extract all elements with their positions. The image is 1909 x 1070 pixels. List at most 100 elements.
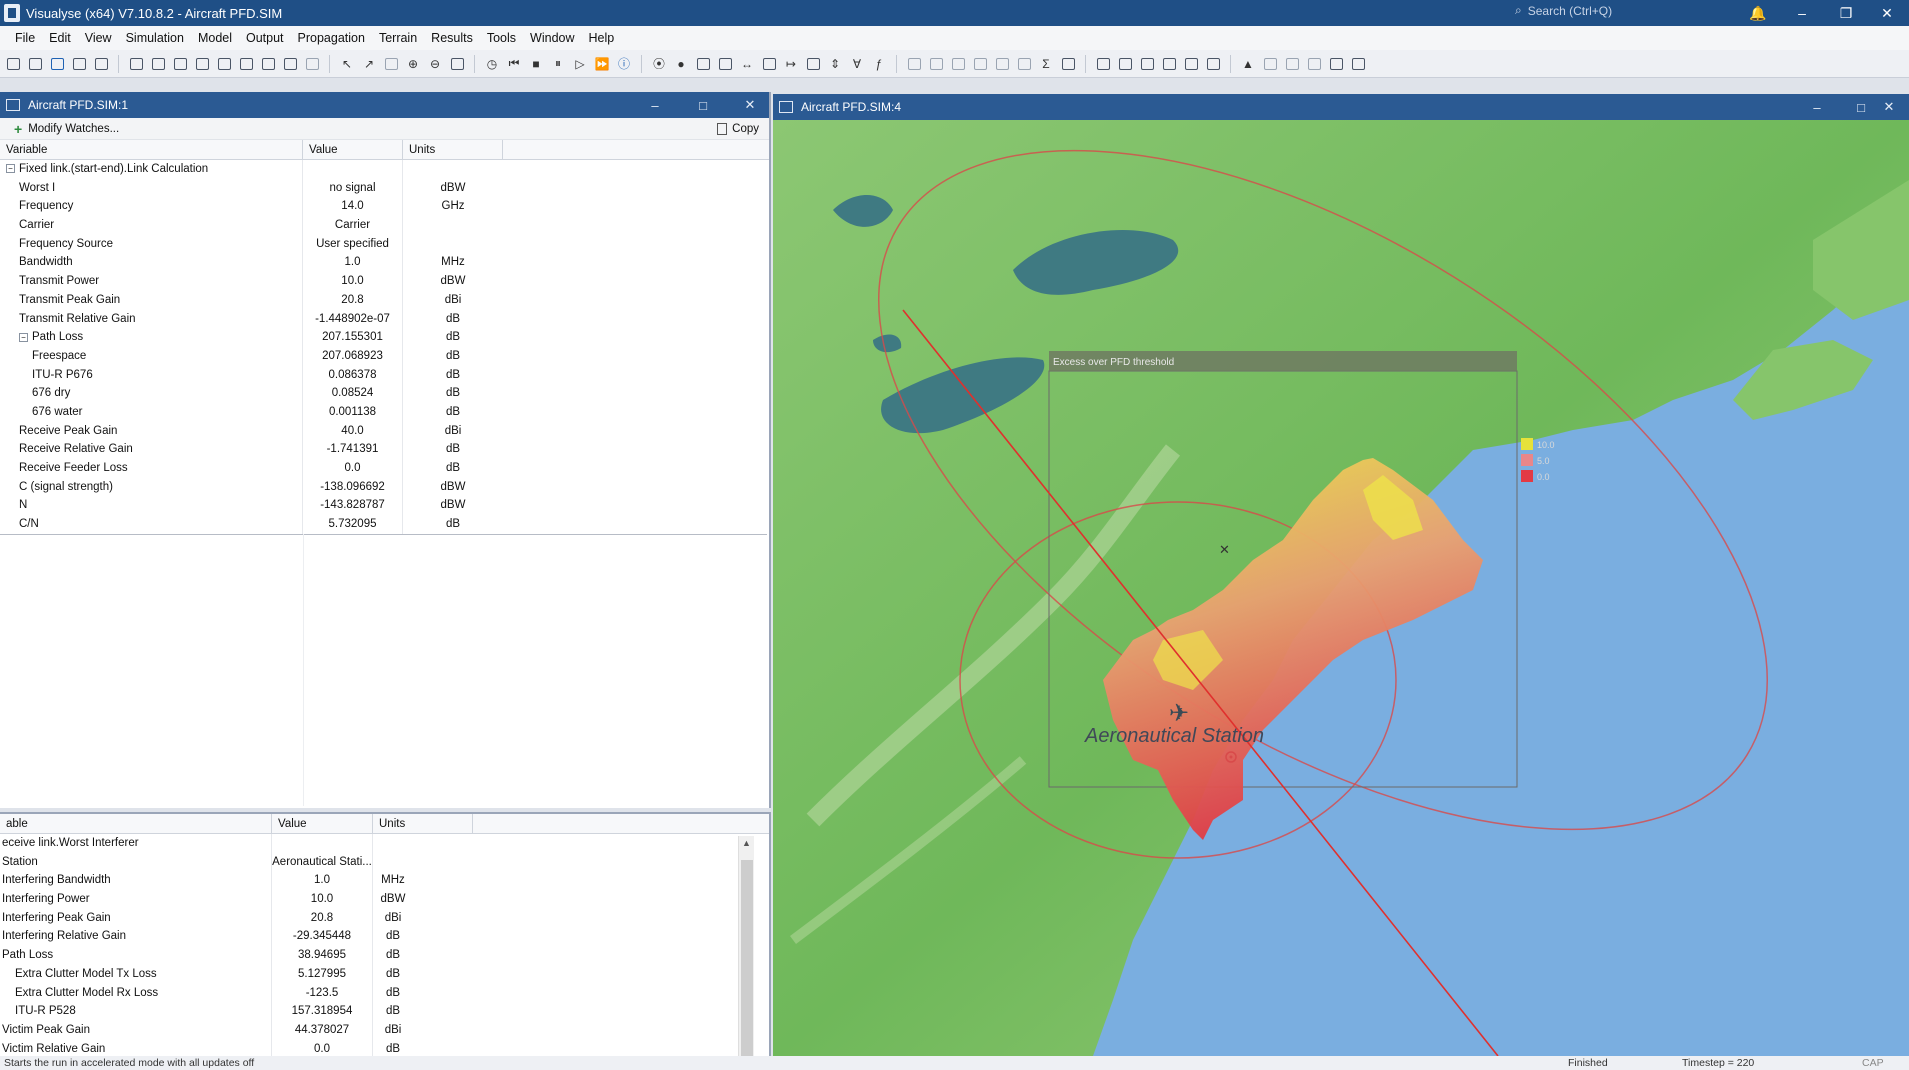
table-row[interactable]: C (signal strength) -138.096692 dBW — [0, 477, 769, 497]
tree-collapse-icon[interactable]: − — [19, 332, 28, 342]
beam-icon[interactable] — [171, 55, 189, 73]
table-row[interactable]: C/N 5.732095 dB — [0, 515, 769, 534]
map-canvas[interactable]: Excess over PFD threshold ✈ ✕ Aeronautic… — [773, 120, 1909, 1056]
menu-file[interactable]: File — [8, 31, 42, 45]
table-row[interactable]: Bandwidth 1.0 MHz — [0, 253, 769, 273]
table-row[interactable]: N -143.828787 dBW — [0, 496, 769, 516]
link-icon[interactable] — [215, 55, 233, 73]
menu-propagation[interactable]: Propagation — [291, 31, 372, 45]
menu-terrain[interactable]: Terrain — [372, 31, 424, 45]
table-row[interactable]: Interfering Relative Gain -29.345448 dB — [0, 927, 769, 947]
table-row[interactable]: Freespace 207.068923 dB — [0, 346, 769, 366]
align-top-icon[interactable] — [971, 55, 989, 73]
zoom-in-icon[interactable]: ⊕ — [404, 55, 422, 73]
column-header-variable[interactable]: able — [0, 814, 272, 833]
copy-icon[interactable] — [92, 55, 110, 73]
menu-tools[interactable]: Tools — [480, 31, 523, 45]
fast-forward-icon[interactable]: ⏩ — [593, 55, 611, 73]
menu-help[interactable]: Help — [582, 31, 622, 45]
range-icon[interactable] — [716, 55, 734, 73]
info-icon[interactable]: ⓘ — [615, 55, 633, 73]
column-header-value[interactable]: Value — [303, 140, 403, 159]
search-box[interactable]: ⌕ Search (Ctrl+Q) — [1515, 3, 1612, 18]
table-row[interactable]: Receive Feeder Loss 0.0 dB — [0, 459, 769, 478]
antenna-icon[interactable] — [149, 55, 167, 73]
select-icon[interactable]: ↗ — [360, 55, 378, 73]
table-row[interactable]: − Path Loss 207.155301 dB — [0, 328, 769, 347]
aircraft-icon[interactable]: ✈ — [1169, 700, 1189, 727]
window-icon[interactable] — [1094, 55, 1112, 73]
close-button[interactable]: ✕ — [1865, 0, 1909, 26]
terrain-layers-icon[interactable] — [1349, 55, 1367, 73]
open-icon[interactable] — [26, 55, 44, 73]
carrier-icon[interactable] — [193, 55, 211, 73]
table-row[interactable]: ITU-R P676 0.086378 dB — [0, 365, 769, 385]
menu-window[interactable]: Window — [523, 31, 581, 45]
watch-minimize-button[interactable]: – — [631, 92, 679, 118]
table-row[interactable]: Transmit Power 10.0 dBW — [0, 272, 769, 291]
terrain-grid-icon[interactable] — [1327, 55, 1345, 73]
tile-icon[interactable] — [1116, 55, 1134, 73]
table-row[interactable]: Receive Peak Gain 40.0 dBi — [0, 421, 769, 441]
table-row[interactable]: Carrier Carrier — [0, 216, 769, 235]
map-icon[interactable] — [1160, 55, 1178, 73]
table-row[interactable]: Extra Clutter Model Tx Loss 5.127995 dB — [0, 964, 769, 984]
plot-icon[interactable] — [804, 55, 822, 73]
annotation-icon[interactable] — [448, 55, 466, 73]
play-icon[interactable]: ▷ — [571, 55, 589, 73]
scrollbar-thumb[interactable] — [741, 860, 753, 1056]
terrain-edit-icon[interactable] — [1261, 55, 1279, 73]
interference-icon[interactable] — [281, 55, 299, 73]
menu-simulation[interactable]: Simulation — [119, 31, 191, 45]
table-row[interactable]: 676 dry 0.08524 dB — [0, 384, 769, 403]
column-header-variable[interactable]: Variable — [0, 140, 303, 159]
scatter-icon[interactable] — [694, 55, 712, 73]
stop-icon[interactable]: ■ — [527, 55, 545, 73]
table-row[interactable]: − Fixed link.(start-end).Link Calculation — [0, 160, 769, 179]
variable-icon[interactable]: ∀ — [848, 55, 866, 73]
table-row[interactable]: Victim Peak Gain 44.378027 dBi — [0, 1020, 769, 1040]
column-header-units[interactable]: Units — [373, 814, 473, 833]
clock-icon[interactable]: ◷ — [483, 55, 501, 73]
new-icon[interactable] — [4, 55, 22, 73]
station-icon[interactable] — [127, 55, 145, 73]
report-icon[interactable] — [1059, 55, 1077, 73]
table-row[interactable]: 676 water 0.001138 dB — [0, 402, 769, 422]
map-minimize-button[interactable]: – — [1793, 94, 1841, 120]
modify-watches-button[interactable]: Modify Watches... — [28, 123, 119, 135]
table-row[interactable]: Interfering Bandwidth 1.0 MHz — [0, 871, 769, 891]
column-header-value[interactable]: Value — [272, 814, 373, 833]
table-icon[interactable] — [760, 55, 778, 73]
tree-collapse-icon[interactable]: − — [6, 164, 15, 174]
table-row[interactable]: Worst I no signal dBW — [0, 178, 769, 198]
restore-button[interactable]: ❐ — [1824, 0, 1868, 26]
table-row[interactable]: Frequency 14.0 GHz — [0, 197, 769, 217]
table-row[interactable]: Transmit Peak Gain 20.8 dBi — [0, 290, 769, 310]
arrow-range-icon[interactable]: ↦ — [782, 55, 800, 73]
copy-button[interactable]: Copy — [717, 122, 759, 135]
notification-bell-icon[interactable]: 🔔 — [1736, 0, 1780, 26]
cascade-icon[interactable] — [1138, 55, 1156, 73]
align-center-icon[interactable] — [927, 55, 945, 73]
pause-icon[interactable]: ⏸ — [549, 55, 567, 73]
vertical-icon[interactable]: ⇕ — [826, 55, 844, 73]
table-row[interactable]: Frequency Source User specified — [0, 234, 769, 254]
traffic-icon[interactable] — [303, 55, 321, 73]
table-row[interactable]: Transmit Relative Gain -1.448902e-07 dB — [0, 309, 769, 329]
table-row[interactable]: Path Loss 38.94695 dB — [0, 946, 769, 965]
table-row[interactable]: Station Aeronautical Stati... — [0, 852, 769, 872]
rectangle-select-icon[interactable] — [382, 55, 400, 73]
pointer-icon[interactable]: ↖ — [338, 55, 356, 73]
scroll-up-icon[interactable]: ▲ — [742, 838, 751, 848]
step-back-icon[interactable]: ⏮ — [505, 55, 523, 73]
align-right-icon[interactable] — [949, 55, 967, 73]
column-header-units[interactable]: Units — [403, 140, 503, 159]
distance-icon[interactable]: ↔ — [738, 55, 756, 73]
vertical-scrollbar[interactable]: ▲ — [738, 836, 754, 1058]
menu-view[interactable]: View — [78, 31, 119, 45]
table-row[interactable]: ITU-R P528 157.318954 dB — [0, 1002, 769, 1021]
save-icon[interactable] — [48, 55, 66, 73]
menu-output[interactable]: Output — [239, 31, 291, 45]
table-row[interactable]: eceive link.Worst Interferer — [0, 834, 769, 853]
align-left-icon[interactable] — [905, 55, 923, 73]
